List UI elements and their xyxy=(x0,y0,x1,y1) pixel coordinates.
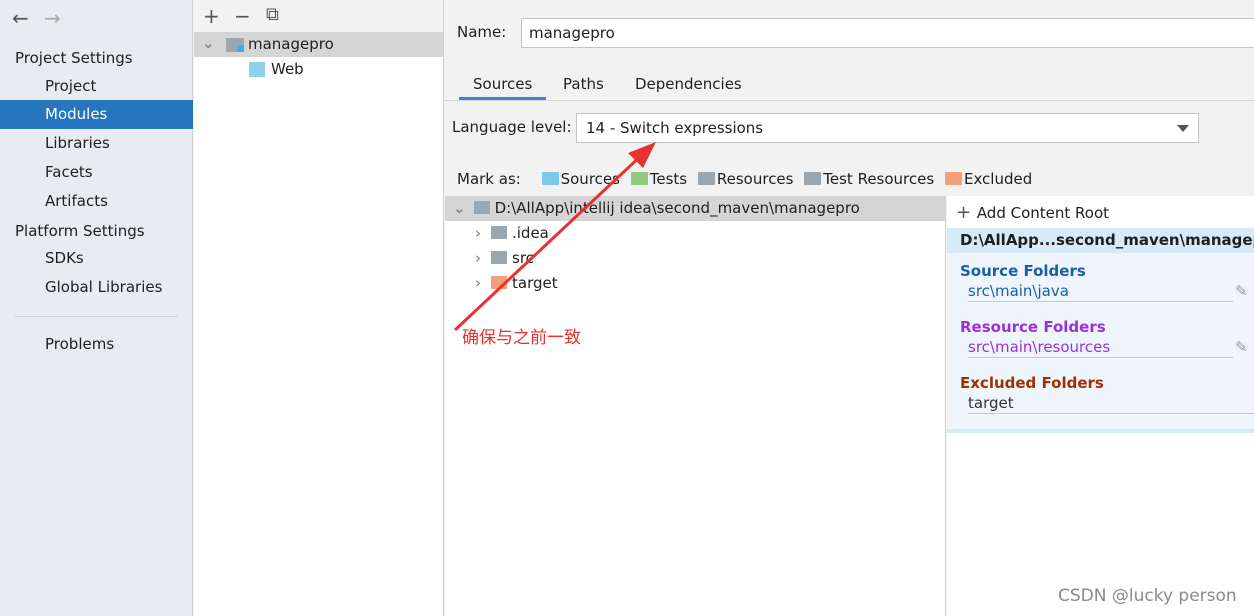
annotation-arrow xyxy=(453,142,656,332)
annotation-text: 确保与之前一致 xyxy=(462,328,581,348)
watermark: CSDN @lucky person xyxy=(1058,586,1237,606)
